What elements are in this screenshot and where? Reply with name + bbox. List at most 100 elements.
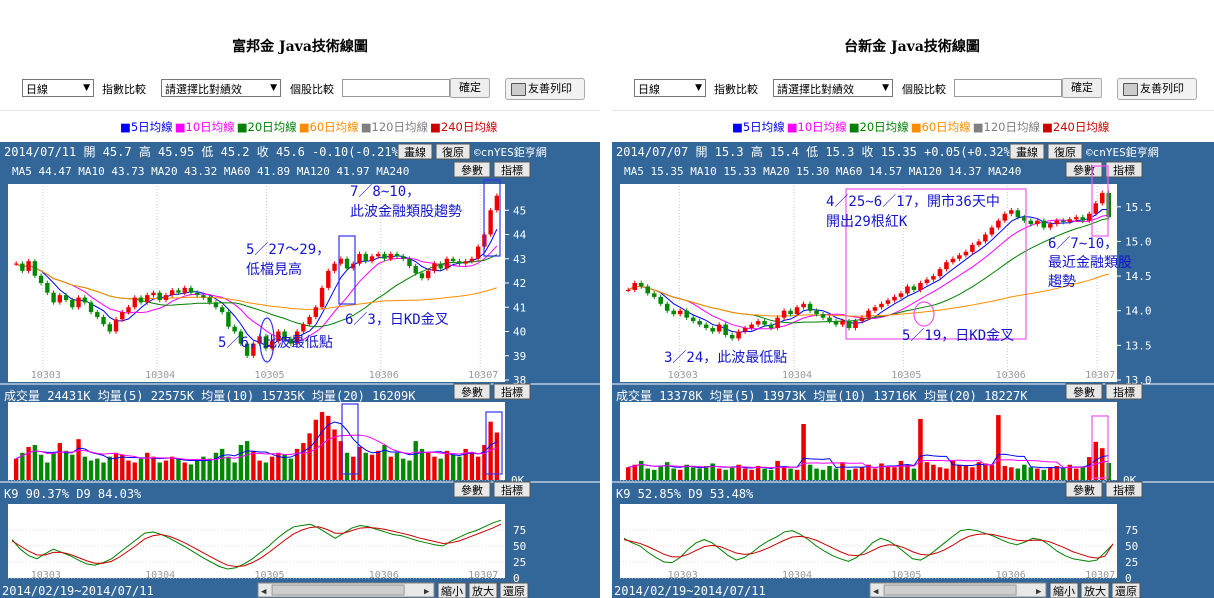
kd-param-button[interactable]: 參數 — [1065, 481, 1103, 498]
restore-button[interactable]: 復原 — [435, 143, 471, 160]
volume-bar — [1015, 468, 1021, 480]
chevron-down-icon: ▼ — [270, 83, 277, 93]
volume-bar — [344, 452, 350, 480]
volume-indicator-button[interactable]: 指標 — [1105, 383, 1143, 400]
candlestick — [1015, 210, 1021, 218]
zoom-in-button[interactable]: 放大 — [468, 582, 498, 598]
price-tick-label: 39 — [513, 350, 526, 363]
volume-bar — [88, 460, 94, 480]
candlestick — [32, 261, 38, 276]
price-tick-label: 14.0 — [1125, 305, 1152, 318]
period-select[interactable]: 日線 ▼ — [22, 79, 94, 97]
candlestick — [1061, 220, 1066, 223]
index-compare-select[interactable]: 請選擇比對績效 ▼ — [773, 79, 893, 97]
stock-compare-input[interactable] — [954, 79, 1062, 97]
candlestick — [690, 317, 696, 322]
technical-chart[interactable]: 2014/07/07 開 15.3 高 15.4 低 15.3 收 15.35 … — [612, 142, 1214, 598]
index-compare-label: 指數比較 — [102, 83, 146, 96]
volume-bar — [76, 439, 81, 480]
volume-bar — [853, 468, 858, 480]
volume-indicator-button[interactable]: 指標 — [493, 383, 531, 400]
volume-bar — [282, 454, 287, 480]
candlestick — [755, 321, 761, 325]
zoom-out-button[interactable]: 縮小 — [437, 582, 467, 598]
restore-button[interactable]: 復原 — [1047, 143, 1083, 160]
legend-item: ■20日均線 — [236, 120, 297, 134]
zoom-in-button-label: 放大 — [1084, 584, 1106, 598]
print-button[interactable]: 友善列印 — [505, 78, 585, 100]
legend-item: ■20日均線 — [848, 120, 909, 134]
confirm-button[interactable]: 確定 — [450, 78, 490, 98]
indicator-button-label: 指標 — [1113, 163, 1135, 177]
candlestick — [762, 321, 767, 325]
volume-bar — [937, 467, 943, 480]
index-compare-select[interactable]: 請選擇比對績效 ▼ — [161, 79, 281, 97]
kd-indicator-button[interactable]: 指標 — [493, 481, 531, 498]
horizontal-scrollbar[interactable]: ◀ ▶ — [257, 582, 435, 598]
volume-param-button[interactable]: 參數 — [453, 383, 491, 400]
candlestick — [357, 253, 362, 264]
volume-bar — [145, 452, 150, 480]
volume-bar — [905, 464, 910, 480]
draw-line-button[interactable]: 畫線 — [397, 143, 433, 160]
volume-bar — [394, 452, 400, 480]
volume-bar — [70, 454, 75, 480]
period-select[interactable]: 日線 ▼ — [634, 79, 706, 97]
reset-button[interactable]: 還原 — [1111, 582, 1141, 598]
volume-bar — [950, 460, 956, 480]
param-button[interactable]: 參數 — [453, 161, 491, 178]
volume-bar — [45, 462, 50, 480]
candlestick — [463, 261, 468, 264]
volume-bar — [827, 466, 832, 480]
candlestick — [82, 297, 87, 303]
volume-bar — [788, 468, 793, 480]
reset-button[interactable]: 還原 — [499, 582, 529, 598]
date-range: 2014/02/19~2014/07/11 — [614, 584, 766, 598]
print-button[interactable]: 友善列印 — [1117, 78, 1197, 100]
horizontal-scrollbar[interactable]: ◀ ▶ — [869, 582, 1047, 598]
volume-bar — [163, 460, 169, 480]
volume-bar — [755, 466, 761, 480]
volume-param-button[interactable]: 參數 — [1065, 383, 1103, 400]
candlestick — [749, 324, 754, 329]
candlestick — [1080, 217, 1086, 221]
date-range: 2014/02/19~2014/07/11 — [2, 584, 154, 598]
volume-bar — [768, 469, 774, 480]
candlestick — [376, 253, 381, 257]
candlestick — [344, 258, 350, 269]
indicator-button[interactable]: 指標 — [1105, 161, 1143, 178]
volume-bar — [13, 458, 19, 480]
zoom-out-button-label: 縮小 — [441, 584, 463, 598]
price-tick-label: 42 — [513, 277, 526, 290]
index-compare-label: 指數比較 — [714, 83, 758, 96]
volume-bar — [170, 456, 175, 480]
volume-bar — [671, 468, 676, 480]
printer-icon — [1123, 83, 1138, 96]
zoom-out-button[interactable]: 縮小 — [1049, 582, 1079, 598]
annotation-text: 7／8~10， — [350, 184, 420, 200]
candlestick — [120, 312, 125, 320]
confirm-button[interactable]: 確定 — [1062, 78, 1102, 98]
candlestick — [301, 324, 306, 332]
candlestick — [807, 303, 813, 311]
kd-param-button[interactable]: 參數 — [453, 481, 491, 498]
zoom-in-button[interactable]: 放大 — [1080, 582, 1110, 598]
scrollbar-thumb — [883, 584, 1017, 596]
draw-line-button[interactable]: 畫線 — [1009, 143, 1045, 160]
candlestick — [1087, 213, 1092, 221]
technical-chart[interactable]: 2014/07/11 開 45.7 高 45.95 低 45.2 收 45.6 … — [0, 142, 600, 598]
kd-month-label: 10306 — [996, 570, 1026, 581]
candlestick — [426, 270, 431, 279]
zoom-out-button-label: 縮小 — [1053, 584, 1075, 598]
ma-legend: ■5日均線 ■10日均線 ■20日均線 ■60日均線 ■120日均線 ■240日均線 — [120, 119, 499, 135]
indicator-button[interactable]: 指標 — [493, 161, 531, 178]
kd-month-label: 10303 — [31, 570, 61, 581]
candlestick — [703, 324, 709, 329]
legend-item: ■5日均線 — [732, 120, 785, 134]
kd-indicator-button[interactable]: 指標 — [1105, 481, 1143, 498]
volume-bar — [207, 458, 212, 480]
stock-compare-input[interactable] — [342, 79, 450, 97]
param-button[interactable]: 參數 — [1065, 161, 1103, 178]
printer-icon — [511, 83, 526, 96]
candlestick — [219, 307, 225, 313]
